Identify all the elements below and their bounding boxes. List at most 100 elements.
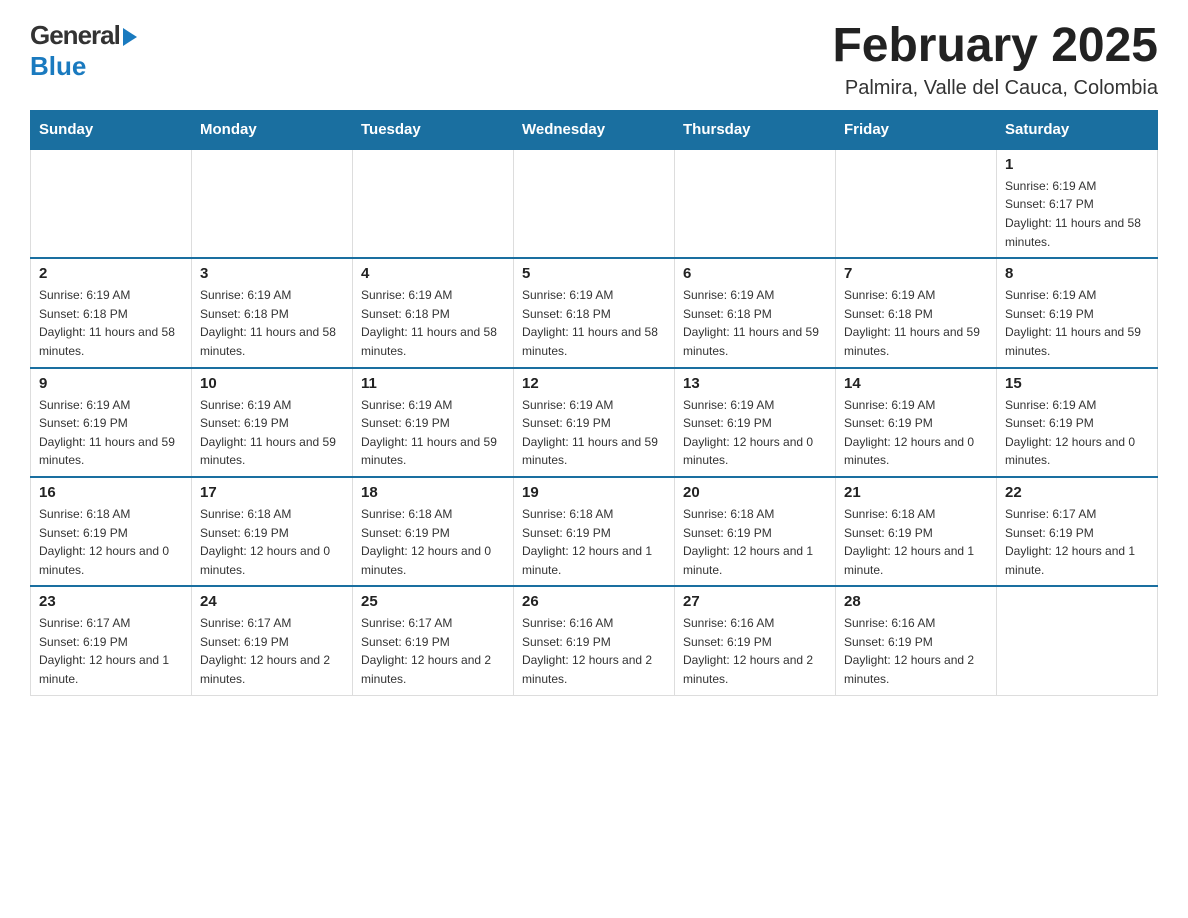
table-row: 10 Sunrise: 6:19 AMSunset: 6:19 PMDayligh… bbox=[192, 368, 353, 477]
table-row bbox=[675, 149, 836, 258]
day-info: Sunrise: 6:17 AMSunset: 6:19 PMDaylight:… bbox=[200, 614, 344, 688]
table-row: 13 Sunrise: 6:19 AMSunset: 6:19 PMDayligh… bbox=[675, 368, 836, 477]
table-row: 9 Sunrise: 6:19 AMSunset: 6:19 PMDaylight… bbox=[31, 368, 192, 477]
day-number: 7 bbox=[844, 265, 988, 282]
day-info: Sunrise: 6:18 AMSunset: 6:19 PMDaylight:… bbox=[361, 505, 505, 579]
day-number: 1 bbox=[1005, 156, 1149, 173]
day-info: Sunrise: 6:19 AMSunset: 6:19 PMDaylight:… bbox=[39, 396, 183, 470]
col-saturday: Saturday bbox=[997, 110, 1158, 149]
calendar-week-4: 16Sunrise: 6:18 AMSunset: 6:19 PMDayligh… bbox=[31, 477, 1158, 586]
day-info: Sunrise: 6:19 AMSunset: 6:19 PMDaylight:… bbox=[361, 396, 505, 470]
day-info: Sunrise: 6:19 AMSunset: 6:18 PMDaylight:… bbox=[844, 286, 988, 360]
calendar-week-5: 23 Sunrise: 6:17 AMSunset: 6:19 PMDayligh… bbox=[31, 586, 1158, 695]
day-number: 2 bbox=[39, 265, 183, 282]
day-number: 10 bbox=[200, 375, 344, 392]
table-row: 25Sunrise: 6:17 AMSunset: 6:19 PMDayligh… bbox=[353, 586, 514, 695]
day-number: 24 bbox=[200, 593, 344, 610]
day-info: Sunrise: 6:17 AMSunset: 6:19 PMDaylight:… bbox=[39, 614, 183, 688]
day-info: Sunrise: 6:18 AMSunset: 6:19 PMDaylight:… bbox=[683, 505, 827, 579]
col-thursday: Thursday bbox=[675, 110, 836, 149]
col-monday: Monday bbox=[192, 110, 353, 149]
day-number: 9 bbox=[39, 375, 183, 392]
title-section: February 2025 Palmira, Valle del Cauca, … bbox=[832, 20, 1158, 100]
day-info: Sunrise: 6:19 AMSunset: 6:19 PMDaylight:… bbox=[1005, 396, 1149, 470]
day-number: 6 bbox=[683, 265, 827, 282]
table-row bbox=[997, 586, 1158, 695]
col-sunday: Sunday bbox=[31, 110, 192, 149]
day-info: Sunrise: 6:19 AMSunset: 6:19 PMDaylight:… bbox=[522, 396, 666, 470]
day-number: 4 bbox=[361, 265, 505, 282]
table-row: 15 Sunrise: 6:19 AMSunset: 6:19 PMDayligh… bbox=[997, 368, 1158, 477]
day-number: 26 bbox=[522, 593, 666, 610]
day-number: 17 bbox=[200, 484, 344, 501]
table-row: 22Sunrise: 6:17 AMSunset: 6:19 PMDayligh… bbox=[997, 477, 1158, 586]
day-info: Sunrise: 6:18 AMSunset: 6:19 PMDaylight:… bbox=[844, 505, 988, 579]
col-friday: Friday bbox=[836, 110, 997, 149]
day-info: Sunrise: 6:18 AMSunset: 6:19 PMDaylight:… bbox=[39, 505, 183, 579]
day-info: Sunrise: 6:18 AMSunset: 6:19 PMDaylight:… bbox=[200, 505, 344, 579]
day-info: Sunrise: 6:19 AMSunset: 6:18 PMDaylight:… bbox=[683, 286, 827, 360]
calendar-week-2: 2 Sunrise: 6:19 AMSunset: 6:18 PMDaylight… bbox=[31, 258, 1158, 367]
day-number: 12 bbox=[522, 375, 666, 392]
table-row: 16Sunrise: 6:18 AMSunset: 6:19 PMDayligh… bbox=[31, 477, 192, 586]
table-row: 2 Sunrise: 6:19 AMSunset: 6:18 PMDaylight… bbox=[31, 258, 192, 367]
day-number: 3 bbox=[200, 265, 344, 282]
table-row: 5 Sunrise: 6:19 AMSunset: 6:18 PMDaylight… bbox=[514, 258, 675, 367]
day-info: Sunrise: 6:19 AMSunset: 6:17 PMDaylight:… bbox=[1005, 177, 1149, 251]
day-number: 14 bbox=[844, 375, 988, 392]
table-row bbox=[836, 149, 997, 258]
table-row: 19 Sunrise: 6:18 AMSunset: 6:19 PMDayligh… bbox=[514, 477, 675, 586]
table-row: 3 Sunrise: 6:19 AMSunset: 6:18 PMDaylight… bbox=[192, 258, 353, 367]
day-number: 25 bbox=[361, 593, 505, 610]
day-info: Sunrise: 6:19 AMSunset: 6:18 PMDaylight:… bbox=[39, 286, 183, 360]
table-row bbox=[31, 149, 192, 258]
col-wednesday: Wednesday bbox=[514, 110, 675, 149]
calendar-week-3: 9 Sunrise: 6:19 AMSunset: 6:19 PMDaylight… bbox=[31, 368, 1158, 477]
calendar-week-1: 1 Sunrise: 6:19 AMSunset: 6:17 PMDaylight… bbox=[31, 149, 1158, 258]
table-row bbox=[192, 149, 353, 258]
table-row: 18 Sunrise: 6:18 AMSunset: 6:19 PMDayligh… bbox=[353, 477, 514, 586]
table-row: 21 Sunrise: 6:18 AMSunset: 6:19 PMDayligh… bbox=[836, 477, 997, 586]
day-info: Sunrise: 6:19 AMSunset: 6:19 PMDaylight:… bbox=[844, 396, 988, 470]
logo-general-text: General bbox=[30, 20, 120, 51]
table-row bbox=[514, 149, 675, 258]
day-number: 15 bbox=[1005, 375, 1149, 392]
calendar-table: Sunday Monday Tuesday Wednesday Thursday… bbox=[30, 110, 1158, 696]
table-row: 20 Sunrise: 6:18 AMSunset: 6:19 PMDayligh… bbox=[675, 477, 836, 586]
day-info: Sunrise: 6:19 AMSunset: 6:19 PMDaylight:… bbox=[200, 396, 344, 470]
table-row: 8 Sunrise: 6:19 AMSunset: 6:19 PMDaylight… bbox=[997, 258, 1158, 367]
table-row: 1 Sunrise: 6:19 AMSunset: 6:17 PMDaylight… bbox=[997, 149, 1158, 258]
calendar-title: February 2025 bbox=[832, 20, 1158, 73]
day-number: 21 bbox=[844, 484, 988, 501]
day-info: Sunrise: 6:16 AMSunset: 6:19 PMDaylight:… bbox=[522, 614, 666, 688]
day-info: Sunrise: 6:18 AMSunset: 6:19 PMDaylight:… bbox=[522, 505, 666, 579]
day-number: 19 bbox=[522, 484, 666, 501]
calendar-subtitle: Palmira, Valle del Cauca, Colombia bbox=[832, 77, 1158, 100]
page-header: General Blue February 2025 Palmira, Vall… bbox=[30, 20, 1158, 100]
day-info: Sunrise: 6:16 AMSunset: 6:19 PMDaylight:… bbox=[683, 614, 827, 688]
day-number: 20 bbox=[683, 484, 827, 501]
day-info: Sunrise: 6:19 AMSunset: 6:18 PMDaylight:… bbox=[200, 286, 344, 360]
logo-arrow-icon bbox=[123, 28, 137, 46]
table-row: 23 Sunrise: 6:17 AMSunset: 6:19 PMDayligh… bbox=[31, 586, 192, 695]
logo: General Blue bbox=[30, 20, 137, 82]
col-tuesday: Tuesday bbox=[353, 110, 514, 149]
table-row: 6 Sunrise: 6:19 AMSunset: 6:18 PMDaylight… bbox=[675, 258, 836, 367]
day-number: 18 bbox=[361, 484, 505, 501]
day-number: 22 bbox=[1005, 484, 1149, 501]
day-number: 23 bbox=[39, 593, 183, 610]
day-info: Sunrise: 6:19 AMSunset: 6:19 PMDaylight:… bbox=[1005, 286, 1149, 360]
table-row bbox=[353, 149, 514, 258]
day-number: 28 bbox=[844, 593, 988, 610]
table-row: 17 Sunrise: 6:18 AMSunset: 6:19 PMDayligh… bbox=[192, 477, 353, 586]
table-row: 12 Sunrise: 6:19 AMSunset: 6:19 PMDayligh… bbox=[514, 368, 675, 477]
table-row: 4Sunrise: 6:19 AMSunset: 6:18 PMDaylight… bbox=[353, 258, 514, 367]
day-info: Sunrise: 6:19 AMSunset: 6:19 PMDaylight:… bbox=[683, 396, 827, 470]
table-row: 28Sunrise: 6:16 AMSunset: 6:19 PMDayligh… bbox=[836, 586, 997, 695]
day-number: 5 bbox=[522, 265, 666, 282]
calendar-header-row: Sunday Monday Tuesday Wednesday Thursday… bbox=[31, 110, 1158, 149]
table-row: 11Sunrise: 6:19 AMSunset: 6:19 PMDayligh… bbox=[353, 368, 514, 477]
day-info: Sunrise: 6:19 AMSunset: 6:18 PMDaylight:… bbox=[522, 286, 666, 360]
day-number: 8 bbox=[1005, 265, 1149, 282]
day-number: 13 bbox=[683, 375, 827, 392]
